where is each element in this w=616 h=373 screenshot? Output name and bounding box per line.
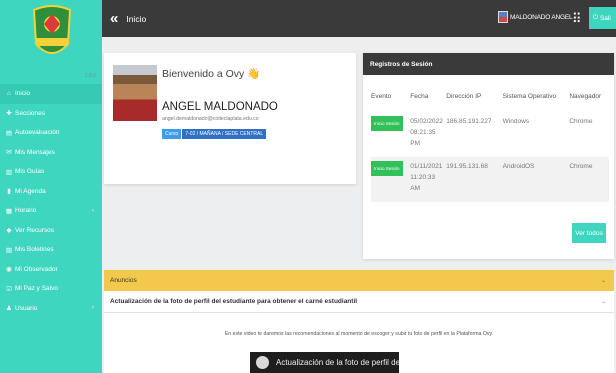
- document-icon: ▥: [5, 168, 13, 176]
- sidebar-item-autoevaluacion[interactable]: ▤ Autoevaluación: [0, 123, 102, 143]
- profile-card: Bienvenido a Ovy 👋 ANGEL MALDONADO angel…: [104, 53, 356, 184]
- top-bar: « Inicio MALDONADO ANGEL ⠿ ⏻ Sali: [102, 0, 616, 37]
- waving-hand-icon: 👋: [247, 68, 261, 80]
- school-crest-logo[interactable]: [30, 4, 74, 62]
- sidebar-item-label: Autoevaluación: [15, 129, 60, 137]
- session-browser: Chrome: [569, 118, 593, 125]
- column-header: Dirección IP: [446, 93, 482, 100]
- sidebar-item-observador[interactable]: ◉ Mi Observador: [0, 260, 102, 280]
- session-table: Evento Fecha Dirección IP Sistema Operat…: [371, 93, 609, 202]
- session-log-card: Registros de Sesión Evento Fecha Direcci…: [363, 53, 614, 259]
- student-email: angel.demaldonado@colteclaplata.edu.co: [162, 116, 259, 122]
- table-row: Inicio Sesión 01/11/2021 11:20:33 AM 191…: [371, 157, 609, 202]
- course-label-badge: Curso: [162, 129, 182, 139]
- sidebar-item-horario[interactable]: ▦ Horario ‹: [0, 201, 102, 221]
- sidebar-item-secciones[interactable]: ✚ Secciones: [0, 104, 102, 124]
- version-label: 1.8.0: [84, 73, 96, 79]
- page-title: Inicio: [126, 13, 147, 24]
- sidebar-item-label: Mis Guías: [15, 168, 45, 176]
- channel-avatar: [256, 356, 269, 369]
- student-photo: [113, 65, 157, 121]
- logout-button[interactable]: ⏻ Sali: [589, 7, 616, 29]
- clipboard-icon: ▤: [5, 129, 13, 137]
- sidebar-item-usuario[interactable]: ♟ Usuario ‹: [0, 299, 102, 319]
- session-log-title: Registros de Sesión: [363, 53, 614, 75]
- report-icon: ▧: [5, 246, 13, 254]
- session-date: 05/02/2022 08:21:35 PM: [410, 118, 443, 147]
- announcements-title: Anuncios: [110, 277, 137, 284]
- checklist-icon: ☑: [6, 285, 12, 293]
- user-avatar[interactable]: [498, 11, 508, 23]
- announcements-panel: Anuncios ⌄ Actualización de la foto de p…: [104, 270, 614, 373]
- sidebar-item-label: Ver Recursos: [15, 226, 55, 234]
- chevron-left-icon: ‹: [92, 305, 94, 312]
- sidebar-item-label: Usuario: [15, 304, 38, 312]
- announcement-title: Actualización de la foto de perfil del e…: [110, 298, 358, 305]
- student-name: ANGEL MALDONADO: [162, 101, 278, 113]
- book-icon: ▮: [7, 188, 11, 196]
- puzzle-icon: ✚: [6, 110, 12, 118]
- sidebar-item-label: Horario: [15, 207, 37, 215]
- chevron-down-icon[interactable]: ⌄: [601, 298, 606, 305]
- sidebar-item-boletines[interactable]: ▧ Mis Boletines: [0, 240, 102, 260]
- sidebar-item-paz-y-salvo[interactable]: ☑ Mi Paz y Salvo: [0, 279, 102, 299]
- announcements-header[interactable]: Anuncios ⌄: [104, 270, 614, 291]
- sidebar: 1.8.0 ⌂ Inicio ✚ Secciones ▤ Autoevaluación…: [0, 0, 102, 373]
- sidebar-item-label: Mi Paz y Salvo: [15, 285, 58, 293]
- sidebar-item-mensajes[interactable]: ✉ Mis Mensajes: [0, 143, 102, 163]
- sidebar-item-label: Mis Mensajes: [15, 148, 55, 156]
- view-all-button[interactable]: Ver todos: [572, 223, 606, 243]
- chevron-down-icon[interactable]: ⌄: [601, 277, 606, 284]
- table-row: Inicio Sesión 05/02/2022 08:21:35 PM 186…: [371, 112, 609, 157]
- session-ip: 191.95.131.68: [446, 157, 503, 202]
- column-header: Sistema Operativo: [502, 93, 557, 100]
- sidebar-item-label: Mi Observador: [15, 265, 58, 273]
- sidebar-item-guias[interactable]: ▥ Mis Guías: [0, 162, 102, 182]
- video-title: Actualización de la foto de perfil del..…: [276, 358, 399, 367]
- eye-icon: ◉: [6, 266, 12, 274]
- course-badges: Curso 7-02 / MAÑANA / SEDE CENTRAL: [162, 129, 267, 139]
- event-badge: Inicio Sesión: [371, 116, 403, 131]
- sidebar-item-agenda[interactable]: ▮ Mi Agenda: [0, 182, 102, 202]
- session-browser: Chrome: [569, 157, 609, 202]
- sidebar-item-label: Mis Boletines: [15, 246, 54, 254]
- power-icon: ⏻: [593, 14, 599, 21]
- session-ip: 186.85.191.227: [446, 118, 492, 125]
- welcome-message: Bienvenido a Ovy 👋: [162, 67, 260, 80]
- calendar-icon: ▦: [5, 207, 13, 215]
- column-header: Evento: [371, 93, 392, 100]
- sidebar-item-label: Inicio: [15, 90, 31, 98]
- session-os: Windows: [502, 118, 530, 125]
- apps-grid-icon[interactable]: ⠿: [572, 11, 582, 27]
- envelope-icon: ✉: [6, 149, 12, 157]
- video-embed[interactable]: Actualización de la foto de perfil del..…: [250, 352, 399, 373]
- course-value-badge: 7-02 / MAÑANA / SEDE CENTRAL: [182, 129, 267, 139]
- column-header: Navegador: [569, 93, 602, 100]
- sidebar-nav: ⌂ Inicio ✚ Secciones ▤ Autoevaluación ✉ Mis …: [0, 84, 102, 318]
- sidebar-item-recursos[interactable]: ◆ Ver Recursos: [0, 221, 102, 241]
- collapse-sidebar-icon[interactable]: «: [110, 10, 118, 27]
- logo-area: 1.8.0: [0, 0, 102, 84]
- session-date: 01/11/2021 11:20:33 AM: [410, 157, 447, 202]
- announcement-text: En este video te daremos las recomendaci…: [224, 331, 494, 337]
- session-os: AndroidOS: [502, 157, 570, 202]
- announcement-item-header[interactable]: Actualización de la foto de perfil del e…: [104, 291, 614, 313]
- chevron-left-icon: ‹: [92, 207, 94, 214]
- home-icon: ⌂: [7, 90, 11, 98]
- sidebar-item-inicio[interactable]: ⌂ Inicio: [0, 84, 102, 104]
- logout-label: Sali: [599, 14, 611, 22]
- welcome-text: Bienvenido a Ovy: [162, 68, 245, 80]
- user-icon: ♟: [6, 305, 12, 313]
- recursos-icon: ◆: [6, 227, 12, 235]
- user-name[interactable]: MALDONADO ANGEL: [510, 14, 573, 21]
- column-header: Fecha: [410, 93, 429, 100]
- sidebar-item-label: Mi Agenda: [15, 187, 46, 195]
- sidebar-item-label: Secciones: [15, 109, 45, 117]
- event-badge: Inicio Sesión: [371, 161, 403, 176]
